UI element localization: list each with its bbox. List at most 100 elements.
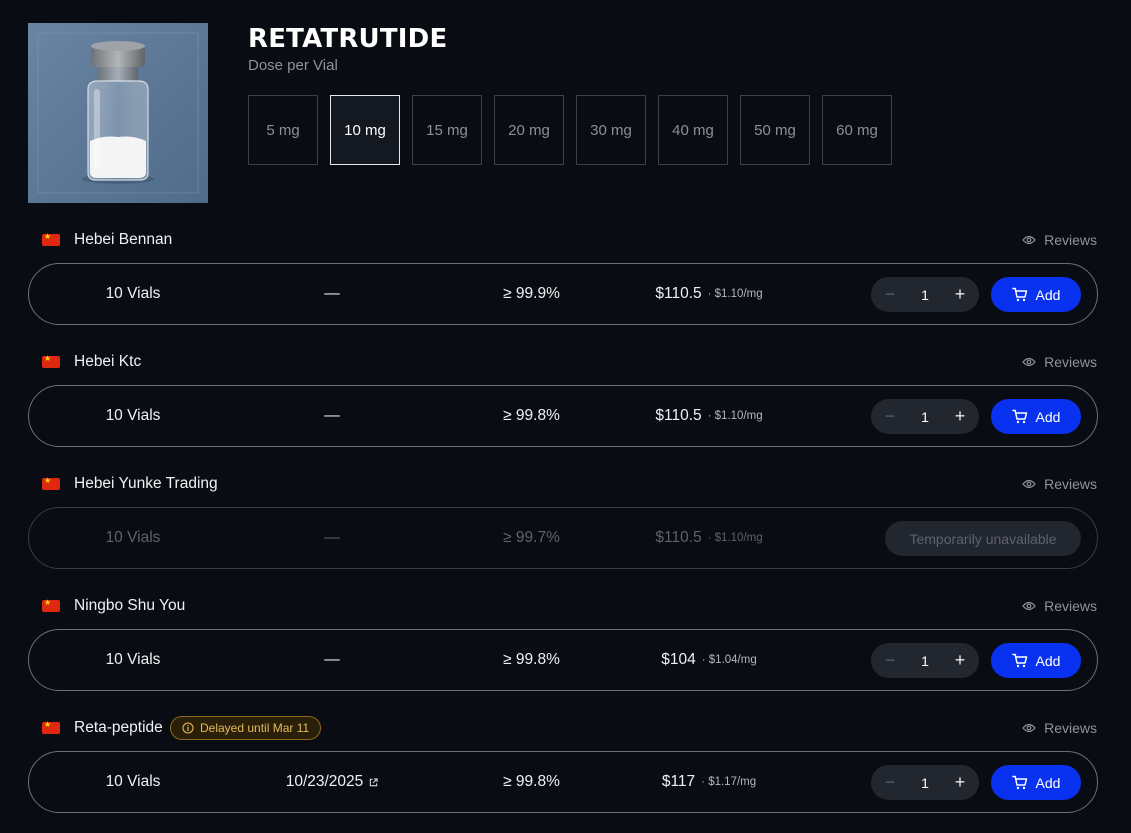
- increment-button[interactable]: +: [943, 277, 977, 312]
- offer-price: $117 · $1.17/mg: [629, 752, 789, 812]
- offer-quantity: 10 Vials: [105, 285, 161, 302]
- reviews-link[interactable]: Reviews: [1022, 476, 1097, 492]
- decrement-button[interactable]: −: [873, 399, 907, 434]
- eye-icon: [1022, 357, 1036, 367]
- offer-purity: ≥ 99.8%: [503, 651, 560, 668]
- vendor-header: Hebei Bennan Reviews: [40, 228, 1097, 252]
- offer-quantity: 10 Vials: [105, 529, 161, 546]
- offer-row: 10 Vials — ≥ 99.8% $110.5 · $1.10/mg − 1…: [28, 385, 1098, 447]
- decrement-button[interactable]: −: [873, 643, 907, 678]
- vendor-header: Reta-peptide Delayed until Mar 11 Review…: [40, 716, 1097, 740]
- reviews-label: Reviews: [1044, 598, 1097, 614]
- price-value: $117: [661, 773, 696, 790]
- china-flag-icon: [42, 354, 60, 368]
- reviews-link[interactable]: Reviews: [1022, 598, 1097, 614]
- increment-button[interactable]: +: [943, 643, 977, 678]
- vendor-name: Ningbo Shu You: [74, 597, 186, 614]
- price-per-mg: · $1.10/mg: [707, 410, 763, 422]
- reviews-link[interactable]: Reviews: [1022, 720, 1097, 736]
- vial-image: [28, 23, 208, 203]
- quantity-value[interactable]: 1: [907, 399, 943, 434]
- vendor-header: Hebei Ktc Reviews: [40, 350, 1097, 374]
- decrement-button[interactable]: −: [873, 765, 907, 800]
- external-link-icon[interactable]: [369, 777, 378, 787]
- offer-purity: ≥ 99.8%: [503, 407, 560, 424]
- reviews-link[interactable]: Reviews: [1022, 232, 1097, 248]
- dose-option-5mg[interactable]: 5 mg: [248, 95, 318, 165]
- offer-quantity: 10 Vials: [105, 407, 161, 424]
- increment-button[interactable]: +: [943, 765, 977, 800]
- eye-icon: [1022, 723, 1036, 733]
- add-label: Add: [1035, 286, 1061, 303]
- dose-option-50mg[interactable]: 50 mg: [740, 95, 810, 165]
- unavailable-button: Temporarily unavailable: [885, 521, 1081, 556]
- quantity-stepper: − 1 +: [871, 643, 979, 678]
- offer-price: $104 · $1.04/mg: [629, 630, 789, 690]
- china-flag-icon: [42, 598, 60, 612]
- offer-row: 10 Vials — ≥ 99.7% $110.5 · $1.10/mg Tem…: [28, 507, 1098, 569]
- add-to-cart-button[interactable]: Add: [991, 277, 1081, 312]
- offer-quantity: 10 Vials: [105, 773, 161, 790]
- add-to-cart-button[interactable]: Add: [991, 399, 1081, 434]
- offer-purity: ≥ 99.8%: [503, 773, 560, 790]
- china-flag-icon: [42, 232, 60, 246]
- vendor-header: Ningbo Shu You Reviews: [40, 594, 1097, 618]
- add-to-cart-button[interactable]: Add: [991, 765, 1081, 800]
- offer-row: 10 Vials — ≥ 99.9% $110.5 · $1.10/mg − 1…: [28, 263, 1098, 325]
- quantity-stepper: − 1 +: [871, 277, 979, 312]
- eye-icon: [1022, 479, 1036, 489]
- price-per-mg: · $1.04/mg: [701, 654, 757, 666]
- offer-date: —: [237, 508, 427, 568]
- quantity-stepper: − 1 +: [871, 399, 979, 434]
- price-value: $110.5: [655, 407, 702, 424]
- add-label: Add: [1035, 652, 1061, 669]
- dose-option-60mg[interactable]: 60 mg: [822, 95, 892, 165]
- quantity-stepper: − 1 +: [871, 765, 979, 800]
- reviews-label: Reviews: [1044, 354, 1097, 370]
- offer-date-text: —: [324, 651, 340, 668]
- price-per-mg: · $1.17/mg: [701, 776, 757, 788]
- add-label: Add: [1035, 408, 1061, 425]
- eye-icon: [1022, 235, 1036, 245]
- offer-price: $110.5 · $1.10/mg: [629, 264, 789, 324]
- offer-row: 10 Vials 10/23/2025 ≥ 99.8% $117 · $1.17…: [28, 751, 1098, 813]
- dose-option-20mg[interactable]: 20 mg: [494, 95, 564, 165]
- offer-price: $110.5 · $1.10/mg: [629, 386, 789, 446]
- offer-date-text: —: [324, 407, 340, 424]
- reviews-label: Reviews: [1044, 720, 1097, 736]
- price-per-mg: · $1.10/mg: [707, 288, 763, 300]
- offer-date[interactable]: 10/23/2025: [237, 752, 427, 812]
- quantity-value[interactable]: 1: [907, 765, 943, 800]
- offer-price: $110.5 · $1.10/mg: [629, 508, 789, 568]
- decrement-button[interactable]: −: [873, 277, 907, 312]
- offer-date-text: 10/23/2025: [285, 773, 364, 790]
- offer-purity: ≥ 99.7%: [503, 529, 560, 546]
- vendor-name: Hebei Yunke Trading: [74, 475, 218, 492]
- cart-icon: [1011, 287, 1027, 302]
- china-flag-icon: [42, 476, 60, 490]
- dose-option-30mg[interactable]: 30 mg: [576, 95, 646, 165]
- offer-date-text: —: [324, 285, 340, 302]
- quantity-value[interactable]: 1: [907, 643, 943, 678]
- quantity-value[interactable]: 1: [907, 277, 943, 312]
- dose-selector: 5 mg 10 mg 15 mg 20 mg 30 mg 40 mg 50 mg…: [248, 95, 892, 165]
- add-to-cart-button[interactable]: Add: [991, 643, 1081, 678]
- vendor-header: Hebei Yunke Trading Reviews: [40, 472, 1097, 496]
- dose-option-40mg[interactable]: 40 mg: [658, 95, 728, 165]
- dose-option-15mg[interactable]: 15 mg: [412, 95, 482, 165]
- dose-option-10mg[interactable]: 10 mg: [330, 95, 400, 165]
- cart-icon: [1011, 409, 1027, 424]
- eye-icon: [1022, 601, 1036, 611]
- offer-purity: ≥ 99.9%: [503, 285, 560, 302]
- product-title: RETATRUTIDE: [248, 24, 448, 54]
- increment-button[interactable]: +: [943, 399, 977, 434]
- china-flag-icon: [42, 720, 60, 734]
- product-image: [28, 23, 208, 203]
- offer-date: —: [237, 630, 427, 690]
- reviews-link[interactable]: Reviews: [1022, 354, 1097, 370]
- offer-date: —: [237, 264, 427, 324]
- offer-quantity: 10 Vials: [105, 651, 161, 668]
- delay-badge-text: Delayed until Mar 11: [200, 721, 310, 735]
- price-per-mg: · $1.10/mg: [707, 532, 763, 544]
- vendor-name: Hebei Bennan: [74, 231, 173, 248]
